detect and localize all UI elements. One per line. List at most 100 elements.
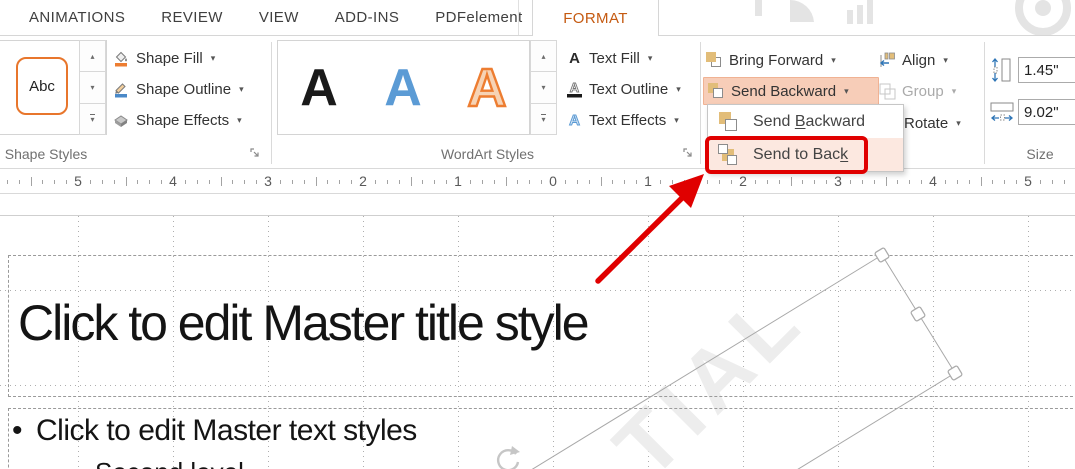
ruler-tick bbox=[30, 177, 32, 186]
menu-item-send-backward[interactable]: Send Backward bbox=[708, 105, 903, 138]
ruler-tick bbox=[814, 180, 816, 184]
ruler-tick bbox=[624, 180, 626, 184]
ruler-tick bbox=[244, 180, 246, 184]
ruler-tick bbox=[873, 180, 875, 184]
ruler-tick bbox=[921, 180, 923, 184]
shape-fill-button[interactable]: Shape Fill ▾ bbox=[112, 44, 215, 72]
ruler-tick bbox=[909, 180, 911, 184]
ruler-tick bbox=[1004, 180, 1006, 184]
shape-height-field[interactable] bbox=[1018, 57, 1075, 83]
text-fill-icon: A bbox=[569, 50, 580, 67]
text-outline-button[interactable]: A Text Outline ▾ bbox=[566, 75, 681, 103]
shape-width-field[interactable] bbox=[1018, 99, 1075, 125]
ruler-tick bbox=[517, 180, 519, 184]
master-title-text[interactable]: Click to edit Master title style bbox=[18, 294, 590, 352]
bring-forward-button[interactable]: Bring Forward ▾ bbox=[706, 46, 836, 74]
ruler-number: 1 bbox=[450, 173, 466, 189]
rotate-button[interactable]: Rotate ▾ bbox=[904, 109, 961, 137]
tab-review[interactable]: REVIEW bbox=[143, 9, 241, 26]
ruler-tick bbox=[66, 180, 68, 184]
shape-outline-button[interactable]: Shape Outline ▾ bbox=[112, 75, 244, 103]
svg-text:A: A bbox=[569, 50, 580, 67]
pencil-icon bbox=[115, 83, 127, 98]
tab-view[interactable]: VIEW bbox=[241, 9, 317, 26]
powerpoint-window: ANIMATIONS REVIEW VIEW ADD-INS PDFelemen… bbox=[0, 0, 1075, 469]
tab-animations[interactable]: ANIMATIONS bbox=[11, 9, 143, 26]
gallery-scroll-down-icon[interactable]: ▾ bbox=[79, 72, 106, 104]
align-button[interactable]: Align ▾ bbox=[879, 46, 948, 74]
ruler-tick bbox=[279, 180, 281, 184]
ruler-tick bbox=[564, 180, 566, 184]
svg-text:A: A bbox=[468, 60, 507, 114]
shape-style-preview-tile[interactable]: Abc bbox=[16, 57, 68, 115]
ruler-tick bbox=[113, 180, 115, 184]
ruler-tick bbox=[422, 180, 424, 184]
slide-editing-area: TIAL Click to edit Master title style • C… bbox=[0, 216, 1075, 469]
wordart-style-orange-outline[interactable]: A bbox=[456, 44, 518, 130]
ruler-number: 2 bbox=[735, 173, 751, 189]
group-separator bbox=[984, 42, 985, 164]
wordart-style-black[interactable]: A bbox=[288, 44, 350, 130]
dropdown-caret-icon: ▾ bbox=[956, 117, 961, 128]
wordart-styles-dialog-launcher-icon[interactable] bbox=[681, 146, 695, 160]
ruler-tick bbox=[434, 180, 436, 184]
wordart-style-blue[interactable]: A bbox=[372, 44, 434, 130]
ruler-tick bbox=[481, 180, 483, 184]
ruler-tick bbox=[149, 180, 151, 184]
send-backward-button[interactable]: Send Backward ▾ bbox=[703, 77, 879, 105]
ruler-tick bbox=[944, 180, 946, 184]
gallery-more-icon[interactable]: ▾ bbox=[530, 103, 557, 135]
ruler-tick bbox=[612, 180, 614, 184]
group-objects-icon bbox=[879, 83, 896, 99]
background-logo-watermark-icon bbox=[755, 0, 1071, 35]
tab-pdfelement[interactable]: PDFelement bbox=[417, 9, 540, 26]
size-group-label: Size bbox=[1026, 146, 1054, 162]
ruler-tick bbox=[125, 177, 127, 186]
ruler-tick bbox=[410, 177, 412, 186]
ruler-tick bbox=[374, 180, 376, 184]
ruler-tick bbox=[6, 180, 8, 184]
shape-height-icon bbox=[992, 57, 1011, 83]
ruler-tick bbox=[161, 180, 163, 184]
ruler-tick bbox=[101, 180, 103, 184]
ruler-tick bbox=[849, 180, 851, 184]
horizontal-ruler: 5 4 3 2 1 0 1 2 3 4 5 bbox=[0, 170, 1075, 194]
shape-effects-button[interactable]: Shape Effects ▾ bbox=[112, 106, 242, 134]
ruler-tick bbox=[790, 177, 792, 186]
shape-styles-group-label: Shape Styles bbox=[4, 146, 88, 162]
ruler-tick bbox=[469, 180, 471, 184]
ruler-tick bbox=[327, 180, 329, 184]
ruler-tick bbox=[576, 180, 578, 184]
dropdown-caret-icon: ▾ bbox=[831, 54, 836, 65]
ruler-tick bbox=[351, 180, 353, 184]
ruler-tick bbox=[54, 180, 56, 184]
ruler-number: 2 bbox=[355, 173, 371, 189]
master-body-second-level-text[interactable]: Second level bbox=[95, 457, 244, 469]
bullet-glyph: • bbox=[12, 414, 23, 447]
ruler-tick bbox=[303, 180, 305, 184]
ruler-tick bbox=[588, 180, 590, 184]
ruler-tick bbox=[826, 180, 828, 184]
send-backward-icon bbox=[708, 82, 725, 100]
ruler-tick bbox=[232, 180, 234, 184]
master-body-text[interactable]: • Click to edit Master text styles bbox=[12, 414, 417, 448]
ruler-number: 4 bbox=[165, 173, 181, 189]
ruler-tick bbox=[897, 180, 899, 184]
gallery-more-icon[interactable]: ▾ bbox=[79, 103, 106, 135]
shape-styles-dialog-launcher-icon[interactable] bbox=[248, 146, 262, 160]
ruler-tick bbox=[315, 177, 317, 186]
ruler-tick bbox=[861, 180, 863, 184]
text-fill-button[interactable]: A Text Fill ▾ bbox=[566, 44, 652, 72]
ruler-tick bbox=[992, 180, 994, 184]
group-button[interactable]: Group ▾ bbox=[879, 77, 956, 105]
ruler-number: 5 bbox=[70, 173, 86, 189]
tab-add-ins[interactable]: ADD-INS bbox=[317, 9, 417, 26]
gallery-scroll-down-icon[interactable]: ▾ bbox=[530, 72, 557, 104]
dropdown-caret-icon: ▾ bbox=[647, 52, 653, 63]
gallery-scroll-up-icon[interactable]: ▴ bbox=[530, 40, 557, 73]
dropdown-caret-icon: ▾ bbox=[239, 83, 244, 94]
tab-format-active[interactable]: FORMAT bbox=[532, 0, 659, 36]
text-effects-button[interactable]: A Text Effects ▾ bbox=[566, 106, 679, 134]
gallery-scroll-up-icon[interactable]: ▴ bbox=[79, 40, 106, 73]
dropdown-caret-icon: ▾ bbox=[844, 85, 849, 96]
